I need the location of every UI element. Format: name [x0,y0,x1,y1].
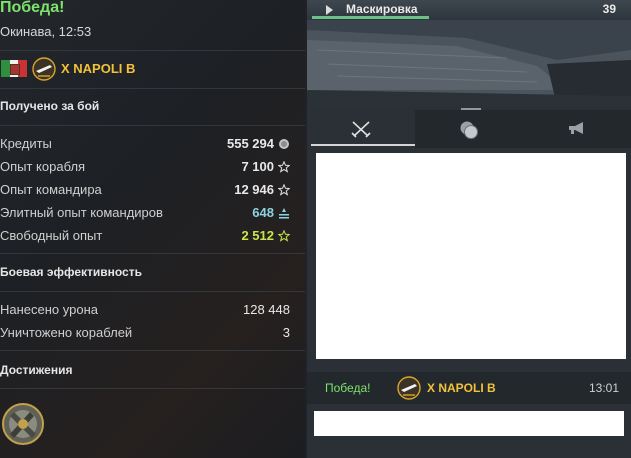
camouflage-header[interactable]: Маскировка 39 [307,0,631,21]
divider [0,253,305,254]
divider [0,388,305,389]
star-icon [278,160,290,173]
message-time: 13:01 [588,381,619,395]
coins-icon [460,121,478,139]
commander-xp-label: Опыт командира [0,182,102,197]
elite-xp-icon [279,207,289,218]
credits-label: Кредиты [0,136,52,151]
tab-coins[interactable] [415,110,523,148]
commander-xp-row: Опыт командира 12 946 [0,182,290,200]
divider [0,125,305,126]
ship-xp-row: Опыт корабля 7 100 [0,159,290,177]
commander-xp-value: 12 946 [234,182,274,197]
divider [0,88,305,89]
message-result: Победа! [325,381,371,395]
elite-xp-label: Элитный опыт командиров [0,205,163,220]
free-xp-row: Свободный опыт 2 512 [0,228,290,246]
ships-destroyed-row: Уничтожено кораблей 3 [0,325,290,343]
divider [0,350,305,351]
expand-triangle-icon [326,5,333,15]
ship-class-icon [397,376,421,400]
battle-results-panel: Победа! Окинава, 12:53 X NAPOLI B Получе… [0,0,305,458]
elite-xp-value: 648 [252,205,274,220]
chat-tabs [307,110,631,148]
divider [0,291,305,292]
star-icon [278,229,290,242]
ship-info[interactable]: X NAPOLI B [0,56,305,82]
achievements-heading: Достижения [0,363,73,377]
crossed-swords-icon [351,121,371,138]
achievement-medal-icon[interactable] [0,400,46,446]
message-ship-name: X NAPOLI B [427,381,496,395]
credits-row: Кредиты 555 294 [0,136,290,154]
camouflage-label: Маскировка [346,2,418,16]
camouflage-progress [312,16,429,19]
ship-name: X NAPOLI B [61,61,136,76]
ships-destroyed-label: Уничтожено кораблей [0,325,133,340]
chat-messages-area[interactable] [316,153,626,359]
active-tab-underline [311,144,415,146]
efficiency-heading: Боевая эффективность [0,265,142,279]
free-xp-label: Свободный опыт [0,228,103,243]
ship-class-icon [32,57,56,81]
ships-destroyed-value: 3 [282,325,290,340]
chat-message[interactable]: Победа! X NAPOLI B 13:01 [307,372,631,404]
chat-input[interactable] [314,411,624,436]
megaphone-icon [569,122,583,134]
ship-xp-value: 7 100 [241,159,274,174]
credits-value: 555 294 [227,136,274,151]
tab-battle[interactable] [307,110,415,148]
elite-commander-xp-row: Элитный опыт командиров 648 [0,205,290,223]
chat-panel: Маскировка 39 Победа! X NAPOLI B 13:01 [307,0,631,458]
camouflage-count: 39 [602,2,616,16]
damage-value: 128 448 [243,302,290,317]
result-title: Победа! [0,0,65,16]
tab-announcements[interactable] [523,110,631,148]
italy-flag-icon [1,60,28,77]
star-icon [278,183,290,196]
ship-xp-label: Опыт корабля [0,159,86,174]
ship-image [307,20,631,106]
credits-icon [279,138,289,149]
damage-row: Нанесено урона 128 448 [0,302,290,320]
battle-location-time: Окинава, 12:53 [0,24,92,39]
divider [0,50,305,51]
free-xp-value: 2 512 [241,228,274,243]
damage-label: Нанесено урона [0,302,99,317]
earned-heading: Получено за бой [0,99,100,113]
